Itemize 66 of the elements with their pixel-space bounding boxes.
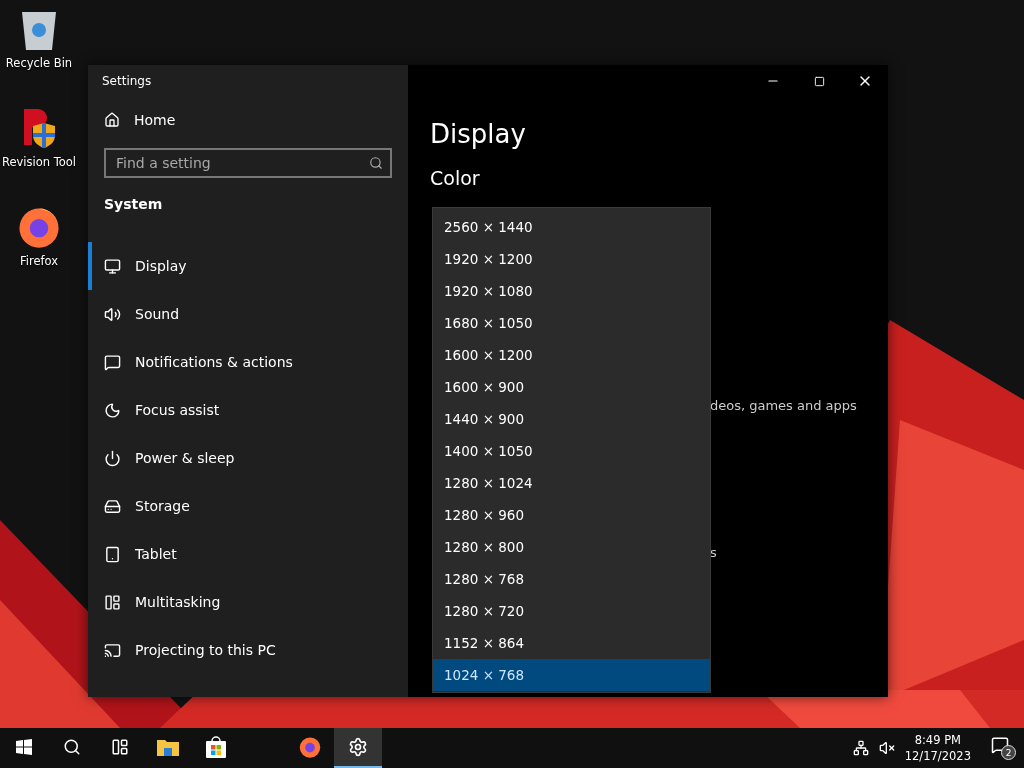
dropdown-option[interactable]: 1280 × 768 xyxy=(433,563,710,595)
sound-icon xyxy=(104,305,121,323)
dropdown-option[interactable]: 1280 × 960 xyxy=(433,499,710,531)
sidebar-item[interactable]: Tablet xyxy=(88,530,408,578)
sidebar-item[interactable]: Notifications & actions xyxy=(88,338,408,386)
dropdown-option[interactable]: 1024 × 768 xyxy=(433,659,710,691)
setting-description: deos, games and apps xyxy=(710,398,857,413)
search-icon xyxy=(63,738,81,756)
multitasking-icon xyxy=(104,593,121,611)
sidebar-item[interactable]: Focus assist xyxy=(88,386,408,434)
shortcut-label: Revision Tool xyxy=(1,155,77,169)
muted-volume-icon[interactable] xyxy=(878,740,895,756)
page-title: Display xyxy=(430,119,527,149)
store-bag-icon xyxy=(205,736,227,758)
maximize-icon xyxy=(813,75,825,87)
section-heading: Color xyxy=(430,167,481,189)
dropdown-option[interactable]: 1920 × 1080 xyxy=(433,275,710,307)
dropdown-option[interactable]: 1920 × 1200 xyxy=(433,243,710,275)
dropdown-option[interactable]: 1400 × 1050 xyxy=(433,435,710,467)
network-icon[interactable] xyxy=(852,740,869,756)
sidebar-item[interactable]: Power & sleep xyxy=(88,434,408,482)
clock-date: 12/17/2023 xyxy=(904,748,971,764)
dropdown-option[interactable]: 1280 × 720 xyxy=(433,595,710,627)
projecting-icon xyxy=(104,641,121,659)
dropdown-option[interactable]: 1440 × 900 xyxy=(433,403,710,435)
notification-icon xyxy=(991,736,1009,754)
shortcut-label: Firefox xyxy=(19,254,59,268)
dropdown-option[interactable]: 2560 × 1440 xyxy=(433,211,710,243)
clock-time: 8:49 PM xyxy=(914,732,961,748)
dropdown-option[interactable]: 1280 × 800 xyxy=(433,531,710,563)
firefox-icon xyxy=(298,735,322,759)
setting-description: s xyxy=(710,545,717,560)
home-nav-item[interactable]: Home xyxy=(88,102,408,138)
display-icon xyxy=(104,257,121,275)
desktop-shortcut[interactable]: Recycle Bin xyxy=(0,6,78,70)
action-center-button[interactable]: 2 xyxy=(991,736,1016,760)
sidebar-item[interactable]: Display xyxy=(88,242,408,290)
dropdown-option[interactable]: 1152 × 864 xyxy=(433,627,710,659)
sidebar-item[interactable]: Multitasking xyxy=(88,578,408,626)
sidebar-item[interactable]: Projecting to this PC xyxy=(88,626,408,674)
home-icon xyxy=(104,112,120,128)
desktop-shortcut[interactable]: Revision Tool xyxy=(0,105,78,169)
dropdown-option[interactable]: 1280 × 1024 xyxy=(433,467,710,499)
section-heading: System xyxy=(104,196,164,212)
task-view-icon xyxy=(111,738,129,756)
clock[interactable]: 8:49 PM 12/17/2023 xyxy=(904,732,971,764)
desktop-shortcut[interactable]: Firefox xyxy=(0,204,78,268)
dropdown-option[interactable]: 1600 × 1200 xyxy=(433,339,710,371)
notifications-icon xyxy=(104,353,121,371)
settings-icon xyxy=(348,737,368,757)
window-title: Settings xyxy=(102,74,153,90)
sidebar-item[interactable]: Sound xyxy=(88,290,408,338)
folder-icon xyxy=(157,738,179,756)
storage-icon xyxy=(104,497,121,515)
tablet-icon xyxy=(104,545,121,563)
power-icon xyxy=(104,449,121,467)
dropdown-option[interactable]: 1600 × 900 xyxy=(433,371,710,403)
dropdown-option[interactable]: 1680 × 1050 xyxy=(433,307,710,339)
sidebar-item[interactable]: Storage xyxy=(88,482,408,530)
notification-count: 2 xyxy=(1001,745,1016,760)
search-field[interactable]: Find a setting xyxy=(104,148,392,178)
windows-logo-icon xyxy=(16,739,32,755)
focus-icon xyxy=(104,401,121,419)
settings-button[interactable] xyxy=(334,728,382,768)
shortcut-label: Recycle Bin xyxy=(5,56,73,70)
search-icon xyxy=(369,156,383,170)
